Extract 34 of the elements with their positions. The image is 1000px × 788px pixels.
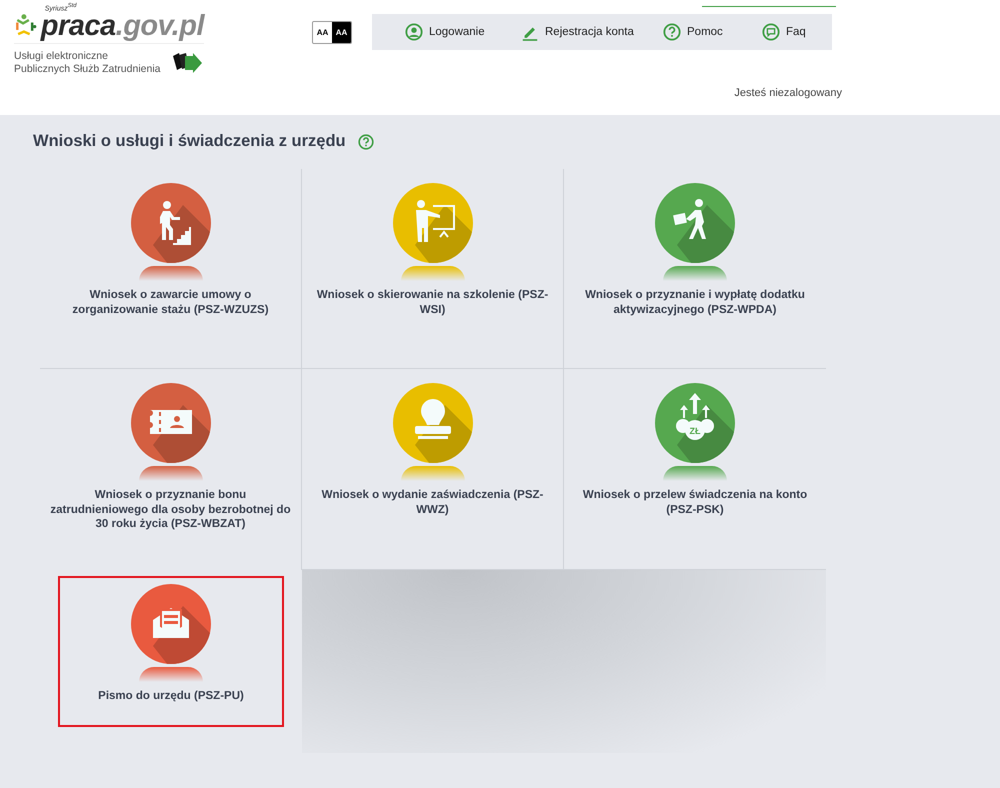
service-tile[interactable]: Wniosek o przyznanie bonu zatrudnieniowego dla osoby bezrobotnej do 30 roku życia (PSZ-WBZAT) [40,369,301,570]
tile-title: Wniosek o zawarcie umowy o zorganizowanie stażu (PSZ-WZUZS) [71,288,270,317]
icon-reflection [663,466,727,481]
service-tile[interactable]: ZŁ Wniosek o przelew świadczenia na konto (PSZ-PSK) [564,369,826,569]
nav-link[interactable]: Pomoc [663,23,762,41]
tile-title: Wniosek o wydanie zaświadczenia (PSZ-WWZ) [320,488,544,517]
contrast-high-button[interactable]: AA [332,22,351,43]
nav-link[interactable]: Logowanie [405,23,521,41]
question-icon [663,23,681,41]
user-icon [405,23,423,41]
tile-title: Wniosek o przelew świadczenia na konto (PSZ-PSK) [582,488,808,517]
tile-title: Wniosek o przyznanie bonu zatrudnieniowego dla osoby bezrobotnej do 30 roku życia (PSZ-WBZAT) [50,488,291,532]
icon-reflection [663,266,727,281]
help-icon[interactable] [358,134,374,150]
logo-subtitle: Usługi elektroniczne Publicznych Służb Zatrudnienia [14,50,160,76]
page-title: Wnioski o usługi i świadczenia z urzędu [33,132,346,151]
service-tile[interactable]: Wniosek o przyznanie i wypłatę dodatku aktywizacyjnego (PSZ-WPDA) [564,169,826,368]
login-status: Jesteś niezalogowany [734,87,842,99]
tile-title: Wniosek o skierowanie na szkolenie (PSZ-WSI) [316,288,550,317]
service-tile[interactable]: Pismo do urzędu (PSZ-PU) [60,578,282,725]
nav-link[interactable]: Rejestracja konta [521,23,663,41]
icon-reflection [400,466,464,481]
service-tile[interactable]: Wniosek o skierowanie na szkolenie (PSZ-WSI) [302,169,563,368]
service-tile[interactable]: Wniosek o wydanie zaświadczenia (PSZ-WWZ) [302,369,563,569]
icon-reflection [400,266,464,281]
service-tile[interactable]: Wniosek o zawarcie umowy o zorganizowanie stażu (PSZ-WZUZS) [40,169,301,368]
nav-link[interactable]: Faq [762,23,822,41]
money-icon: ZŁ [655,383,735,463]
icon-reflection [139,667,203,682]
tile-title: Wniosek o przyznanie i wypłatę dodatku aktywizacyjnego (PSZ-WPDA) [584,288,806,317]
icon-reflection [138,466,202,481]
tile-title: Pismo do urzędu (PSZ-PU) [98,689,244,704]
chat-icon [762,23,780,41]
icon-reflection [138,266,202,281]
